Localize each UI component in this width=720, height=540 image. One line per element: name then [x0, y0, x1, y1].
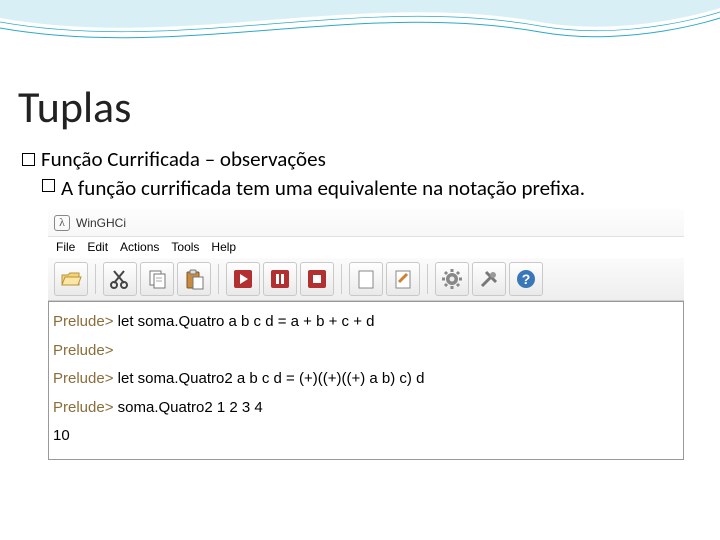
- console-line: Prelude> let soma.Quatro a b c d = a + b…: [53, 308, 679, 337]
- copy-button[interactable]: [140, 262, 174, 296]
- separator-icon: [95, 264, 96, 294]
- clear-button[interactable]: [349, 262, 383, 296]
- square-bullet-icon: [42, 179, 55, 192]
- bullet1-text: Função Currificada – observações: [41, 146, 326, 172]
- help-button[interactable]: ?: [509, 262, 543, 296]
- pencil-icon: [392, 268, 414, 290]
- winghci-window: λ WinGHCi File Edit Actions Tools Help: [48, 209, 684, 460]
- prompt-text: Prelude>: [53, 399, 113, 416]
- prompt-text: Prelude>: [53, 313, 113, 330]
- wrench-screwdriver-icon: [478, 268, 500, 290]
- menubar: File Edit Actions Tools Help: [48, 237, 684, 257]
- bullet2-text: A função currificada tem uma equivalente…: [61, 175, 585, 201]
- play-icon: [232, 268, 254, 290]
- console-command-text: let soma.Quatro2 a b c d = (+)((+)((+) a…: [118, 370, 425, 387]
- menu-actions[interactable]: Actions: [120, 240, 159, 254]
- prompt-text: Prelude>: [53, 342, 113, 359]
- titlebar: λ WinGHCi: [48, 209, 684, 237]
- edit-button[interactable]: [386, 262, 420, 296]
- bullet-level1: Função Currificada – observações: [22, 146, 702, 172]
- app-title: WinGHCi: [76, 216, 126, 230]
- console-result: 10: [53, 422, 679, 451]
- run-button[interactable]: [226, 262, 260, 296]
- slide-title: Tuplas: [18, 80, 702, 134]
- paste-icon: [183, 268, 205, 290]
- svg-text:?: ?: [522, 271, 531, 287]
- document-blank-icon: [355, 268, 377, 290]
- copy-icon: [146, 268, 168, 290]
- menu-help[interactable]: Help: [211, 240, 236, 254]
- console-output[interactable]: Prelude> let soma.Quatro a b c d = a + b…: [48, 301, 684, 460]
- menu-edit[interactable]: Edit: [87, 240, 108, 254]
- open-button[interactable]: [54, 262, 88, 296]
- tools-button[interactable]: [472, 262, 506, 296]
- menu-file[interactable]: File: [56, 240, 75, 254]
- cut-button[interactable]: [103, 262, 137, 296]
- console-line: Prelude> soma.Quatro2 1 2 3 4: [53, 394, 679, 423]
- scissors-icon: [109, 268, 131, 290]
- menu-tools[interactable]: Tools: [171, 240, 199, 254]
- pause-button[interactable]: [263, 262, 297, 296]
- paste-button[interactable]: [177, 262, 211, 296]
- separator-icon: [341, 264, 342, 294]
- toolbar: ?: [48, 257, 684, 301]
- separator-icon: [427, 264, 428, 294]
- console-line: Prelude>: [53, 337, 679, 366]
- console-command-text: let soma.Quatro a b c d = a + b + c + d: [118, 313, 375, 330]
- square-bullet-icon: [22, 153, 35, 166]
- prompt-text: Prelude>: [53, 370, 113, 387]
- separator-icon: [218, 264, 219, 294]
- lambda-app-icon: λ: [54, 215, 70, 231]
- console-line: Prelude> let soma.Quatro2 a b c d = (+)(…: [53, 365, 679, 394]
- folder-open-icon: [59, 267, 83, 291]
- gear-icon: [441, 268, 463, 290]
- stop-icon: [306, 268, 328, 290]
- bullet-level2: A função currificada tem uma equivalente…: [42, 175, 702, 201]
- console-command-text: soma.Quatro2 1 2 3 4: [118, 399, 263, 416]
- help-icon: ?: [515, 268, 537, 290]
- settings-button[interactable]: [435, 262, 469, 296]
- pause-icon: [269, 268, 291, 290]
- stop-button[interactable]: [300, 262, 334, 296]
